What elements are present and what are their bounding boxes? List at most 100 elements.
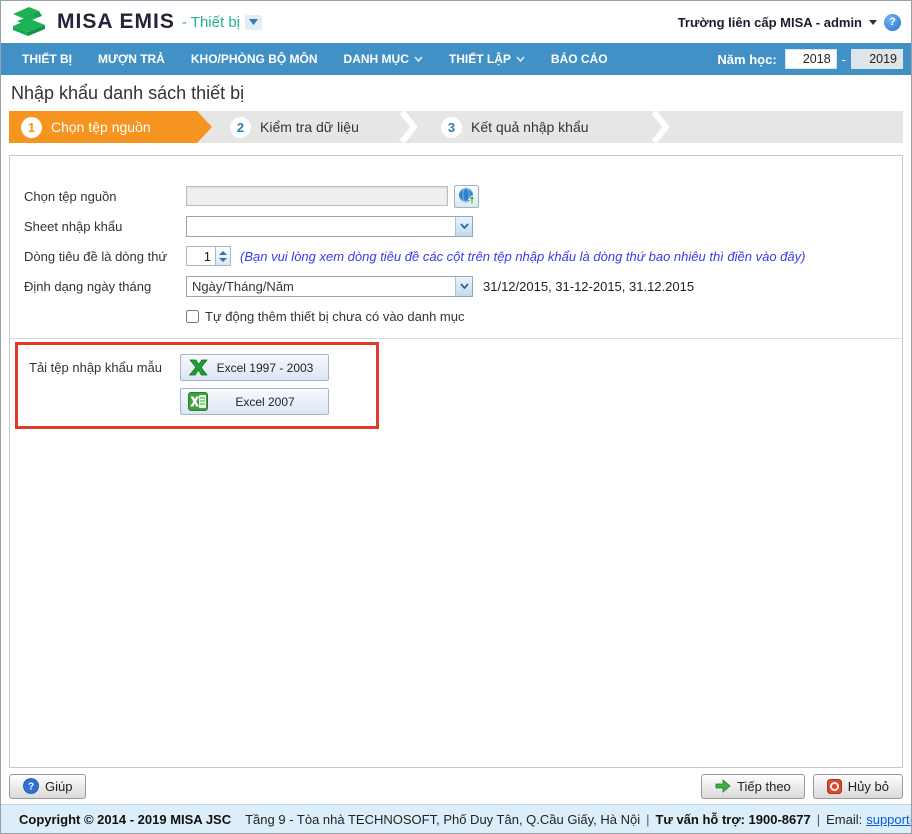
help-button[interactable]: ? Giúp — [9, 773, 87, 799]
main-nav: THIẾT BỊ MƯỢN TRẢ KHO/PHÒNG BỘ MÔN DANH … — [1, 43, 911, 75]
nav-label: THIẾT BỊ — [22, 52, 72, 66]
excel-2007-icon — [188, 392, 208, 411]
footer: Copyright © 2014 - 2019 MISA JSC Tầng 9 … — [1, 804, 911, 833]
svg-text:?: ? — [28, 782, 34, 793]
page-title: Nhập khẩu danh sách thiết bị — [11, 82, 245, 103]
chevron-down-icon — [455, 216, 472, 236]
nav-label: MƯỢN TRẢ — [98, 52, 165, 66]
step-label: Kết quả nhập khẩu — [471, 119, 589, 135]
school-year-to-input[interactable] — [851, 49, 903, 69]
wizard-steps: 1 Chọn tệp nguồn 2 Kiểm tra dữ liệu 3 Kế… — [9, 111, 903, 143]
next-button[interactable]: Tiếp theo — [701, 773, 805, 799]
nav-label: THIẾT LẬP — [448, 52, 511, 66]
nav-label: BÁO CÁO — [550, 52, 608, 66]
source-file-label: Chọn tệp nguồn — [24, 188, 117, 204]
wizard-step-2[interactable]: 2 Kiểm tra dữ liệu — [197, 111, 399, 143]
step-separator-icon — [651, 111, 670, 143]
source-file-input[interactable] — [186, 186, 448, 206]
help-label: Giúp — [45, 778, 73, 794]
help-icon[interactable]: ? — [884, 13, 901, 31]
nav-item-bao-cao[interactable]: BÁO CÁO — [538, 52, 621, 66]
cancel-label: Hủy bỏ — [847, 778, 889, 794]
template-download-highlight: Tải tệp nhập khẩu mẫu Excel 1997 - 2003 — [15, 342, 379, 429]
footer-address: Tầng 9 - Tòa nhà TECHNOSOFT, Phố Duy Tân… — [245, 811, 641, 827]
module-name: - Thiết bị — [181, 13, 240, 31]
chevron-down-icon — [516, 56, 525, 62]
user-caret-icon[interactable] — [869, 19, 877, 25]
step-number: 3 — [441, 116, 462, 138]
arrow-right-icon — [715, 779, 731, 793]
nav-item-danh-muc[interactable]: DANH MỤC — [331, 52, 436, 66]
header-row-label: Dòng tiêu đề là dòng thứ — [24, 248, 168, 264]
date-format-row: Định dạng ngày tháng Ngày/Tháng/Năm 31/1… — [10, 274, 902, 298]
wizard-step-1[interactable]: 1 Chọn tệp nguồn — [9, 111, 212, 143]
nav-item-muon-tra[interactable]: MƯỢN TRẢ — [85, 52, 178, 66]
date-format-label: Định dạng ngày tháng — [24, 278, 152, 294]
excel-2003-icon — [188, 359, 208, 376]
step-number: 1 — [21, 116, 42, 138]
date-format-value: Ngày/Tháng/Năm — [192, 278, 294, 294]
import-form: Chọn tệp nguồn Sheet nhập khẩu Dòng tiêu… — [9, 155, 903, 768]
title-bar: Nhập khẩu danh sách thiết bị — [1, 75, 911, 111]
footer-separator: | — [646, 811, 650, 827]
auto-add-checkbox[interactable] — [186, 309, 199, 323]
header-row-hint: (Bạn vui lòng xem dòng tiêu đề các cột t… — [240, 248, 806, 264]
auto-add-label: Tự động thêm thiết bị chưa có vào danh m… — [205, 308, 465, 324]
wizard-step-3[interactable]: 3 Kết quả nhập khẩu — [421, 111, 651, 143]
section-divider — [10, 338, 902, 339]
footer-copyright: Copyright © 2014 - 2019 MISA JSC — [19, 811, 232, 827]
sheet-select[interactable] — [186, 215, 473, 237]
header-row-stepper — [186, 246, 231, 266]
cancel-button[interactable]: Hủy bỏ — [812, 773, 903, 799]
template-label: Tải tệp nhập khẩu mẫu — [29, 360, 162, 375]
question-icon: ? — [23, 778, 39, 794]
download-excel-2007-button[interactable]: Excel 2007 — [180, 388, 329, 415]
browse-file-button[interactable] — [454, 184, 479, 208]
year-separator: - — [841, 51, 846, 67]
next-label: Tiếp theo — [737, 778, 791, 794]
cancel-icon — [826, 778, 842, 794]
chevron-down-icon — [455, 276, 472, 296]
action-bar: ? Giúp Tiếp theo Hủy bỏ — [1, 768, 911, 804]
app-window: MISA EMIS - Thiết bị Trường liên cấp MIS… — [0, 0, 912, 834]
nav-item-thiet-bi[interactable]: THIẾT BỊ — [9, 52, 85, 66]
globe-upload-icon — [458, 187, 476, 205]
sheet-row: Sheet nhập khẩu — [10, 214, 902, 238]
nav-item-kho-phong-bo-mon[interactable]: KHO/PHÒNG BỘ MÔN — [178, 52, 331, 66]
button-label: Excel 1997 - 2003 — [216, 360, 314, 375]
auto-add-row: Tự động thêm thiết bị chưa có vào danh m… — [10, 304, 902, 328]
step-label: Kiểm tra dữ liệu — [260, 119, 359, 135]
step-number: 2 — [230, 116, 251, 138]
template-buttons: Excel 1997 - 2003 Excel 2007 — [180, 354, 329, 415]
main-content-wrap: Chọn tệp nguồn Sheet nhập khẩu Dòng tiêu… — [1, 143, 911, 768]
school-year-from-input[interactable] — [784, 49, 837, 69]
module-dropdown[interactable] — [245, 14, 262, 30]
header-row-row: Dòng tiêu đề là dòng thứ (Bạn vui lòng x… — [10, 244, 902, 268]
step-label: Chọn tệp nguồn — [51, 119, 151, 135]
chevron-down-icon — [414, 56, 423, 62]
chevron-down-icon — [249, 19, 258, 25]
nav-item-thiet-lap[interactable]: THIẾT LẬP — [436, 52, 538, 66]
misa-logo-icon — [13, 7, 45, 36]
nav-label: KHO/PHÒNG BỘ MÔN — [190, 52, 318, 66]
app-header: MISA EMIS - Thiết bị Trường liên cấp MIS… — [1, 1, 911, 43]
spin-down-icon[interactable] — [219, 257, 227, 262]
footer-separator: | — [816, 811, 821, 827]
date-format-select[interactable]: Ngày/Tháng/Năm — [186, 275, 473, 297]
brand-title: MISA EMIS — [57, 10, 175, 33]
user-menu-label[interactable]: Trường liên cấp MISA - admin — [678, 15, 862, 30]
step-separator-icon — [399, 111, 418, 143]
date-format-example: 31/12/2015, 31-12-2015, 31.12.2015 — [483, 278, 695, 294]
nav-label: DANH MỤC — [343, 52, 409, 66]
school-year-label: Năm học: — [717, 51, 777, 67]
button-label: Excel 2007 — [235, 394, 295, 409]
spin-up-icon[interactable] — [219, 250, 227, 255]
sheet-label: Sheet nhập khẩu — [24, 218, 123, 234]
source-file-row: Chọn tệp nguồn — [10, 184, 902, 208]
footer-support: Tư vấn hỗ trợ: 1900-8677 — [655, 811, 811, 827]
footer-email-label: Email: — [826, 811, 863, 827]
footer-email-link[interactable]: support@misa.com.vn — [866, 812, 911, 827]
download-excel-1997-2003-button[interactable]: Excel 1997 - 2003 — [180, 354, 329, 381]
header-row-input[interactable] — [186, 246, 216, 266]
stepper-buttons[interactable] — [216, 246, 231, 266]
